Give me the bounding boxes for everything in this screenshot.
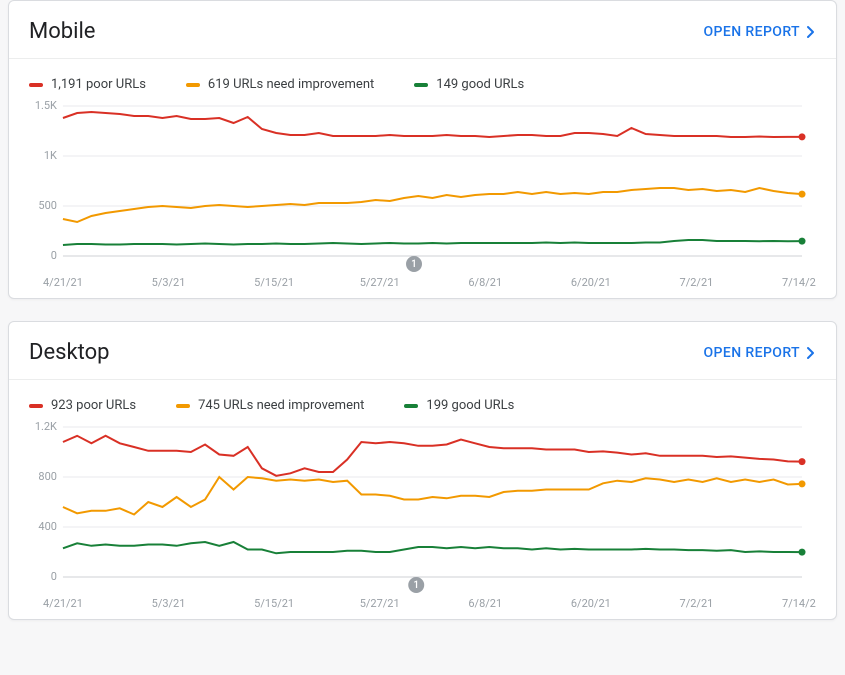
svg-text:7/2/21: 7/2/21 [680, 597, 714, 610]
card-desktop: Desktop OPEN REPORT 923 poor URLs 745 UR… [8, 321, 837, 620]
svg-text:5/3/21: 5/3/21 [152, 276, 186, 289]
svg-text:4/21/21: 4/21/21 [43, 597, 83, 610]
legend-label-poor: 923 poor URLs [51, 398, 136, 413]
svg-text:1.2K: 1.2K [35, 420, 57, 433]
swatch-green-icon [404, 404, 418, 408]
open-report-mobile[interactable]: OPEN REPORT [704, 24, 816, 40]
chart-desktop: 0 400 800 1.2K 1 4/21/21 5/3/21 5/15/21 5/27/21 6… [29, 419, 816, 619]
card-mobile: Mobile OPEN REPORT 1,191 poor URLs 619 U… [8, 0, 837, 299]
swatch-green-icon [414, 83, 428, 87]
svg-text:7/14/21: 7/14/21 [782, 276, 816, 289]
svg-text:5/3/21: 5/3/21 [152, 597, 186, 610]
chart-area-mobile: 0 500 1K 1.5K 1 4/21/21 5/3/21 5/15/21 5/27/21 6/… [29, 98, 816, 298]
legend-item-good: 149 good URLs [414, 77, 524, 92]
svg-text:7/2/21: 7/2/21 [680, 276, 714, 289]
svg-text:400: 400 [38, 520, 57, 533]
legend-label-good: 199 good URLs [426, 398, 514, 413]
svg-text:7/14/21: 7/14/21 [782, 597, 816, 610]
legend-item-need: 619 URLs need improvement [186, 77, 374, 92]
chart-area-desktop: 0 400 800 1.2K 1 4/21/21 5/3/21 5/15/21 5/27/21 6… [29, 419, 816, 619]
card-title-mobile: Mobile [29, 19, 95, 44]
chart-mobile: 0 500 1K 1.5K 1 4/21/21 5/3/21 5/15/21 5/27/21 6/… [29, 98, 816, 298]
svg-text:5/27/21: 5/27/21 [360, 276, 400, 289]
svg-text:1: 1 [411, 259, 417, 270]
svg-text:5/15/21: 5/15/21 [254, 597, 294, 610]
legend-mobile: 1,191 poor URLs 619 URLs need improvemen… [9, 59, 836, 98]
legend-label-poor: 1,191 poor URLs [51, 77, 146, 92]
svg-text:0: 0 [51, 249, 57, 262]
legend-item-poor: 1,191 poor URLs [29, 77, 146, 92]
swatch-orange-icon [186, 83, 200, 87]
card-title-desktop: Desktop [29, 340, 110, 365]
svg-text:5/27/21: 5/27/21 [360, 597, 400, 610]
swatch-red-icon [29, 404, 43, 408]
chevron-right-icon [806, 25, 816, 39]
legend-item-poor: 923 poor URLs [29, 398, 136, 413]
swatch-red-icon [29, 83, 43, 87]
svg-text:6/20/21: 6/20/21 [571, 597, 611, 610]
svg-text:800: 800 [38, 470, 57, 483]
chart-wrap-desktop: 0 400 800 1.2K 1 4/21/21 5/3/21 5/15/21 5/27/21 6… [9, 419, 836, 619]
svg-text:1.5K: 1.5K [35, 99, 57, 112]
svg-text:6/8/21: 6/8/21 [468, 597, 502, 610]
legend-item-good: 199 good URLs [404, 398, 514, 413]
svg-text:4/21/21: 4/21/21 [43, 276, 83, 289]
svg-text:6/20/21: 6/20/21 [571, 276, 611, 289]
legend-desktop: 923 poor URLs 745 URLs need improvement … [9, 380, 836, 419]
svg-text:6/8/21: 6/8/21 [468, 276, 502, 289]
chart-wrap-mobile: 0 500 1K 1.5K 1 4/21/21 5/3/21 5/15/21 5/27/21 6/… [9, 98, 836, 298]
swatch-orange-icon [176, 404, 190, 408]
svg-text:5/15/21: 5/15/21 [254, 276, 294, 289]
legend-item-need: 745 URLs need improvement [176, 398, 364, 413]
card-header-mobile: Mobile OPEN REPORT [9, 1, 836, 58]
legend-label-need: 745 URLs need improvement [198, 398, 364, 413]
open-report-label: OPEN REPORT [704, 24, 800, 40]
chevron-right-icon [806, 346, 816, 360]
svg-text:1: 1 [413, 580, 419, 591]
svg-text:1K: 1K [44, 149, 57, 162]
card-header-desktop: Desktop OPEN REPORT [9, 322, 836, 379]
svg-text:500: 500 [38, 199, 57, 212]
open-report-desktop[interactable]: OPEN REPORT [704, 345, 816, 361]
open-report-label: OPEN REPORT [704, 345, 800, 361]
legend-label-good: 149 good URLs [436, 77, 524, 92]
svg-text:0: 0 [51, 570, 57, 583]
legend-label-need: 619 URLs need improvement [208, 77, 374, 92]
